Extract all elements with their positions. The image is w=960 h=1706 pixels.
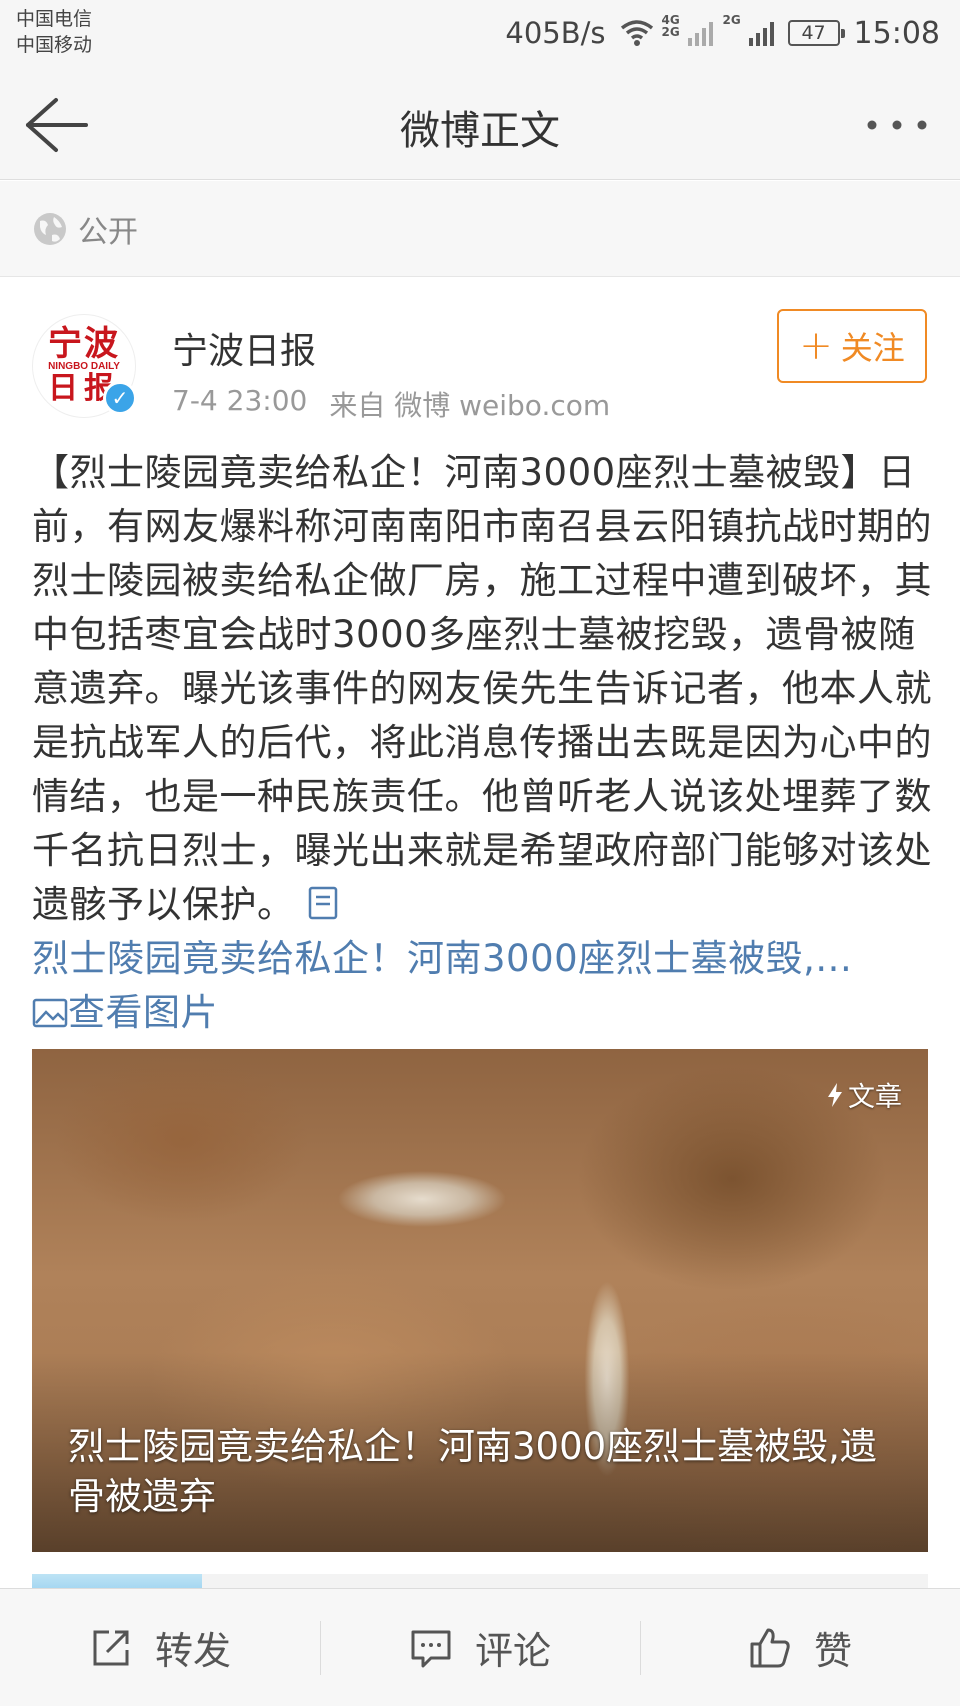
author-avatar[interactable]: 宁波 NINGBO DAILY 日报 ✓	[32, 314, 137, 418]
network-speed: 405B/s	[505, 16, 606, 50]
post-time: 7-4 23:00	[172, 384, 308, 417]
article-badge: 文章	[826, 1075, 902, 1114]
logo-text-top: 宁波	[48, 324, 120, 364]
post-content: 【烈士陵园竟卖给私企！河南3000座烈士墓被毁】日前，有网友爆料称河南南阳市南召…	[32, 446, 932, 1040]
verified-badge-icon: ✓	[103, 381, 137, 415]
comment-icon	[411, 1630, 451, 1667]
article-link-icon	[308, 886, 338, 920]
article-link[interactable]: 烈士陵园竟卖给私企！河南3000座烈士墓被毁,...	[32, 937, 852, 980]
more-options-icon[interactable]	[862, 100, 932, 150]
view-images-label: 查看图片	[68, 991, 218, 1034]
battery-level: 47	[801, 22, 826, 44]
page-title: 微博正文	[400, 108, 560, 154]
repost-button[interactable]: 转发	[0, 1589, 320, 1706]
post-source: 来自 微博 weibo.com	[329, 389, 611, 422]
comment-label: 评论	[474, 1629, 551, 1673]
wifi-icon	[620, 20, 653, 46]
repost-label: 转发	[154, 1629, 231, 1673]
title-bar: 微博正文	[0, 70, 960, 180]
image-icon	[32, 998, 68, 1028]
lightning-icon	[828, 1082, 842, 1107]
sim1-network-label: 4G 2G	[661, 13, 680, 39]
post-text: 【烈士陵园竟卖给私企！河南3000座烈士墓被毁】日前，有网友爆料称河南南阳市南召…	[32, 451, 932, 926]
like-button[interactable]: 赞	[640, 1589, 960, 1706]
article-card[interactable]: 文章 烈士陵园竟卖给私企！河南3000座烈士墓被毁,遗骨被遗弃	[32, 1049, 928, 1552]
view-images-link[interactable]: 查看图片	[32, 991, 218, 1034]
status-bar: 中国电信 中国移动 405B/s 4G 2G 2G 47 15:08	[0, 0, 960, 70]
visibility-row: 公开	[0, 181, 960, 277]
thumbs-up-icon	[750, 1628, 790, 1667]
article-badge-label: 文章	[848, 1082, 902, 1113]
comment-button[interactable]: 评论	[320, 1589, 640, 1706]
globe-icon	[34, 212, 66, 245]
repost-icon	[93, 1630, 129, 1665]
like-label: 赞	[813, 1629, 852, 1673]
signal-sim2-icon: 2G	[723, 14, 774, 46]
clock: 15:08	[853, 15, 940, 51]
carrier-info: 中国电信 中国移动	[16, 6, 92, 58]
battery-icon: 47	[787, 20, 845, 46]
status-icons: 405B/s 4G 2G 2G 47 15:08	[505, 10, 940, 56]
article-card-title: 烈士陵园竟卖给私企！河南3000座烈士墓被毁,遗骨被遗弃	[68, 1425, 877, 1518]
signal-sim1-icon: 4G 2G	[662, 14, 713, 46]
post-meta: 7-4 23:00 来自 微博 weibo.com	[172, 384, 610, 424]
visibility-label: 公开	[78, 214, 138, 250]
plus-icon: +	[799, 323, 833, 369]
author-name[interactable]: 宁波日报	[172, 322, 316, 374]
follow-label: 关注	[840, 329, 905, 367]
follow-button[interactable]: + 关注	[777, 309, 927, 383]
sim2-network-label: 2G	[722, 13, 741, 27]
carrier-1: 中国电信	[16, 8, 93, 30]
carrier-2: 中国移动	[16, 34, 93, 56]
bottom-action-bar: 转发 评论 赞	[0, 1588, 960, 1706]
